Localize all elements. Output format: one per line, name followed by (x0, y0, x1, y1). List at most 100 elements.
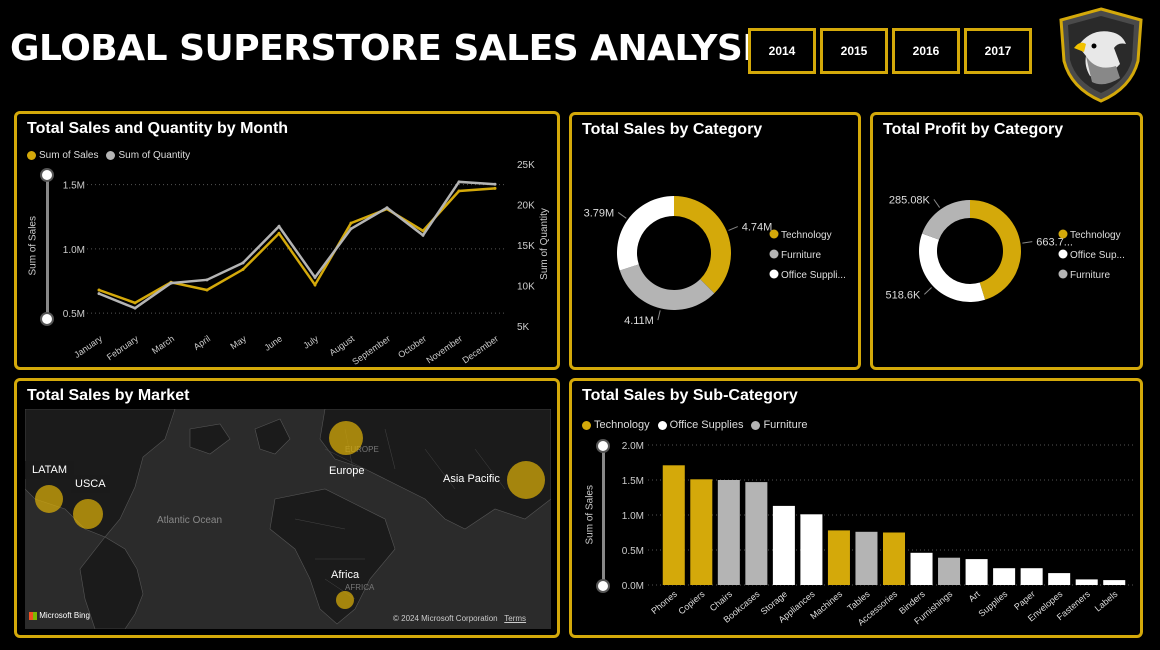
map-copyright: © 2024 Microsoft Corporation Terms (393, 614, 527, 623)
bar-appliances[interactable] (800, 514, 823, 585)
page-title: GLOBAL SUPERSTORE SALES ANALYSIS (10, 28, 781, 69)
x-tick-label-phones: Phones (649, 589, 679, 617)
bar-storage[interactable] (772, 505, 795, 585)
point-sum-of-quantity-february[interactable] (133, 306, 137, 310)
bar-phones[interactable] (662, 465, 685, 585)
bar-chairs[interactable] (717, 480, 740, 585)
y-tick-label: 0.5M (63, 309, 85, 320)
legend-label-technology[interactable]: Technology (1070, 230, 1121, 241)
x-tick-label-february: February (105, 333, 141, 362)
map-land (25, 409, 551, 629)
legend-label-technology[interactable]: Technology (781, 230, 832, 241)
slice-office-supplies[interactable] (919, 233, 986, 302)
bubble-asia-pacific[interactable] (507, 461, 545, 499)
x-tick-label-december: December (460, 333, 500, 365)
legend-label-furniture[interactable]: Furniture (781, 250, 821, 261)
bubble-latam[interactable] (35, 485, 63, 513)
point-sum-of-sales-august[interactable] (349, 221, 353, 225)
point-sum-of-sales-february[interactable] (133, 301, 137, 305)
x-tick-label-june: June (262, 333, 284, 352)
legend-label-office-supplies[interactable]: Office Suppli... (781, 270, 846, 281)
y2-tick-label: 5K (517, 322, 530, 333)
bar-copiers[interactable] (690, 479, 713, 585)
x-tick-label-july: July (301, 333, 320, 351)
x-tick-label-september: September (350, 333, 392, 366)
year-button-2015[interactable]: 2015 (820, 28, 888, 74)
point-sum-of-quantity-september[interactable] (385, 206, 389, 210)
legend-marker-technology (769, 229, 779, 239)
map-label-africa-region: AFRICA (345, 583, 375, 592)
bar-fasteners[interactable] (1075, 579, 1098, 585)
bubble-europe[interactable] (329, 421, 363, 455)
y-tick-label: 1.0M (622, 511, 644, 522)
legend-marker-office-supplies (1058, 249, 1068, 259)
bar-tables[interactable] (855, 531, 878, 585)
legend-marker-technology (1058, 229, 1068, 239)
point-sum-of-sales-may[interactable] (241, 267, 245, 271)
year-slicer: 2014 2015 2016 2017 (748, 28, 1032, 74)
data-label-furniture: 285.08K (889, 194, 931, 206)
bubble-usca[interactable] (73, 499, 103, 529)
bar-binders[interactable] (910, 552, 933, 585)
category-panel: Total Sales by Category 4.74M 4.11M 3.79M T… (569, 112, 861, 370)
map-label-atlantic: Atlantic Ocean (157, 515, 223, 526)
slice-office-supplies[interactable] (617, 196, 674, 271)
year-button-2014[interactable]: 2014 (748, 28, 816, 74)
data-label-technology: 663.7... (1036, 237, 1073, 249)
leader-line (728, 226, 738, 231)
data-label-furniture: 4.11M (624, 315, 654, 327)
slice-technology[interactable] (674, 196, 731, 294)
map-terms-link[interactable]: Terms (504, 614, 526, 623)
point-sum-of-quantity-april[interactable] (205, 278, 209, 282)
point-sum-of-quantity-january[interactable] (97, 292, 101, 296)
point-sum-of-quantity-november[interactable] (457, 180, 461, 184)
year-button-2016[interactable]: 2016 (892, 28, 960, 74)
month-panel: Total Sales and Quantity by Month Sum of… (14, 111, 560, 370)
bar-paper[interactable] (1020, 568, 1043, 585)
bar-labels[interactable] (1103, 580, 1126, 585)
bar-accessories[interactable] (882, 532, 906, 586)
y2-tick-label: 10K (517, 282, 535, 293)
y-tick-label: 1.5M (63, 181, 85, 192)
legend-label-office-supplies[interactable]: Office Sup... (1070, 250, 1125, 261)
point-sum-of-sales-july[interactable] (313, 283, 317, 287)
point-sum-of-quantity-march[interactable] (169, 281, 173, 285)
subcategory-bar-chart: 0.0M0.5M1.0M1.5M2.0MPhonesCopiers ChairsB… (622, 441, 1134, 628)
leader-line (923, 287, 932, 295)
x-tick-label-october: October (396, 333, 428, 360)
point-sum-of-quantity-august[interactable] (349, 227, 353, 231)
bar-machines[interactable] (827, 530, 850, 585)
point-sum-of-quantity-december[interactable] (493, 182, 497, 186)
y2-axis-label: Sum of Quantity (539, 208, 550, 280)
y-tick-label: 2.0M (622, 441, 644, 452)
bar-envelopes[interactable] (1048, 573, 1071, 585)
point-sum-of-quantity-october[interactable] (421, 233, 425, 237)
point-sum-of-quantity-may[interactable] (241, 261, 245, 265)
market-map[interactable]: Atlantic Ocean EUROPE AFRICA LATAM USCA … (25, 409, 551, 629)
bar-supplies[interactable] (993, 568, 1016, 585)
market-label-europe: Europe (329, 465, 365, 477)
point-sum-of-sales-december[interactable] (493, 186, 497, 190)
market-label-asia-pacific: Asia Pacific (443, 473, 500, 485)
bar-furnishings[interactable] (938, 557, 961, 585)
subcategory-panel: Total Sales by Sub-Category Technology O… (569, 378, 1143, 638)
bar-bookcases[interactable] (745, 482, 768, 585)
point-sum-of-sales-april[interactable] (205, 288, 209, 292)
year-button-2017[interactable]: 2017 (964, 28, 1032, 74)
series-line-sum-of-sales[interactable] (98, 187, 496, 305)
x-tick-label-copiers: Copiers (676, 589, 707, 617)
legend-marker-office-supplies (769, 269, 779, 279)
point-sum-of-sales-june[interactable] (277, 231, 281, 235)
x-tick-label-art: Art (967, 589, 983, 604)
bubble-africa[interactable] (336, 591, 354, 609)
bar-art[interactable] (965, 559, 988, 585)
x-tick-label-march: March (150, 333, 176, 356)
point-sum-of-quantity-july[interactable] (313, 275, 317, 279)
point-sum-of-sales-november[interactable] (457, 189, 461, 193)
point-sum-of-quantity-june[interactable] (277, 224, 281, 228)
point-sum-of-sales-january[interactable] (97, 288, 101, 292)
legend-label-furniture[interactable]: Furniture (1070, 270, 1110, 281)
y-tick-label: 0.5M (622, 546, 644, 557)
slice-furniture[interactable] (619, 264, 715, 310)
month-line-chart: 0.5M 1.0M 1.5M 5K 10K 15K 20K 25K Sum of Quantit… (63, 160, 550, 367)
